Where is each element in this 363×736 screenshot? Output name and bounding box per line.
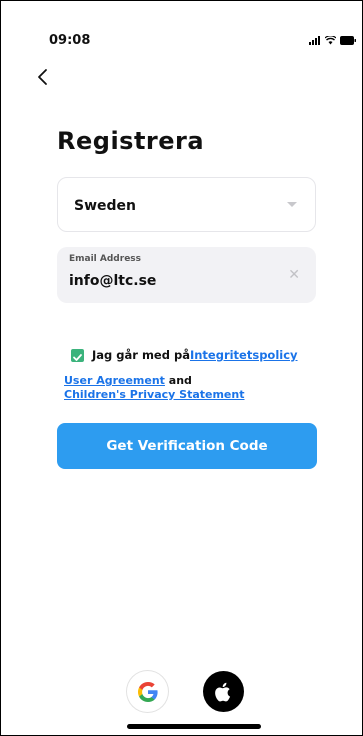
privacy-policy-link[interactable]: Integritetspolicy xyxy=(190,348,298,362)
google-icon xyxy=(137,681,158,702)
agreement-prefix: Jag går med på xyxy=(92,348,190,362)
battery-icon xyxy=(340,36,356,45)
phone-frame xyxy=(0,0,363,736)
email-field[interactable]: Email Address info@ltc.se ✕ xyxy=(57,247,316,303)
page-title: Registrera xyxy=(57,127,205,155)
email-label: Email Address xyxy=(69,254,142,264)
and-text: and xyxy=(164,374,192,387)
country-select[interactable]: Sweden xyxy=(57,177,316,232)
agreement-line-3: Children's Privacy Statement xyxy=(64,388,245,401)
google-login-button[interactable] xyxy=(127,671,168,712)
status-time: 09:08 xyxy=(49,33,91,48)
status-icons xyxy=(309,36,356,45)
user-agreement-link[interactable]: User Agreement xyxy=(64,374,165,387)
country-value: Sweden xyxy=(74,198,136,214)
agreement-line-2: User Agreement and xyxy=(64,374,192,387)
home-indicator xyxy=(127,724,261,729)
wifi-icon xyxy=(325,36,336,45)
apple-login-button[interactable] xyxy=(203,671,244,712)
chevron-left-icon xyxy=(38,69,47,85)
chevron-down-icon xyxy=(287,202,297,207)
signal-icon xyxy=(309,36,320,45)
email-input[interactable]: info@ltc.se xyxy=(69,273,156,289)
apple-icon xyxy=(214,682,230,701)
get-verification-code-button[interactable]: Get Verification Code xyxy=(57,423,317,469)
back-button[interactable] xyxy=(36,66,52,88)
agreement-checkbox[interactable] xyxy=(71,349,84,362)
check-icon xyxy=(73,354,82,361)
childrens-privacy-link[interactable]: Children's Privacy Statement xyxy=(64,388,245,401)
clear-icon[interactable]: ✕ xyxy=(288,267,300,283)
agreement-text: Jag går med påIntegritetspolicy xyxy=(92,348,298,362)
